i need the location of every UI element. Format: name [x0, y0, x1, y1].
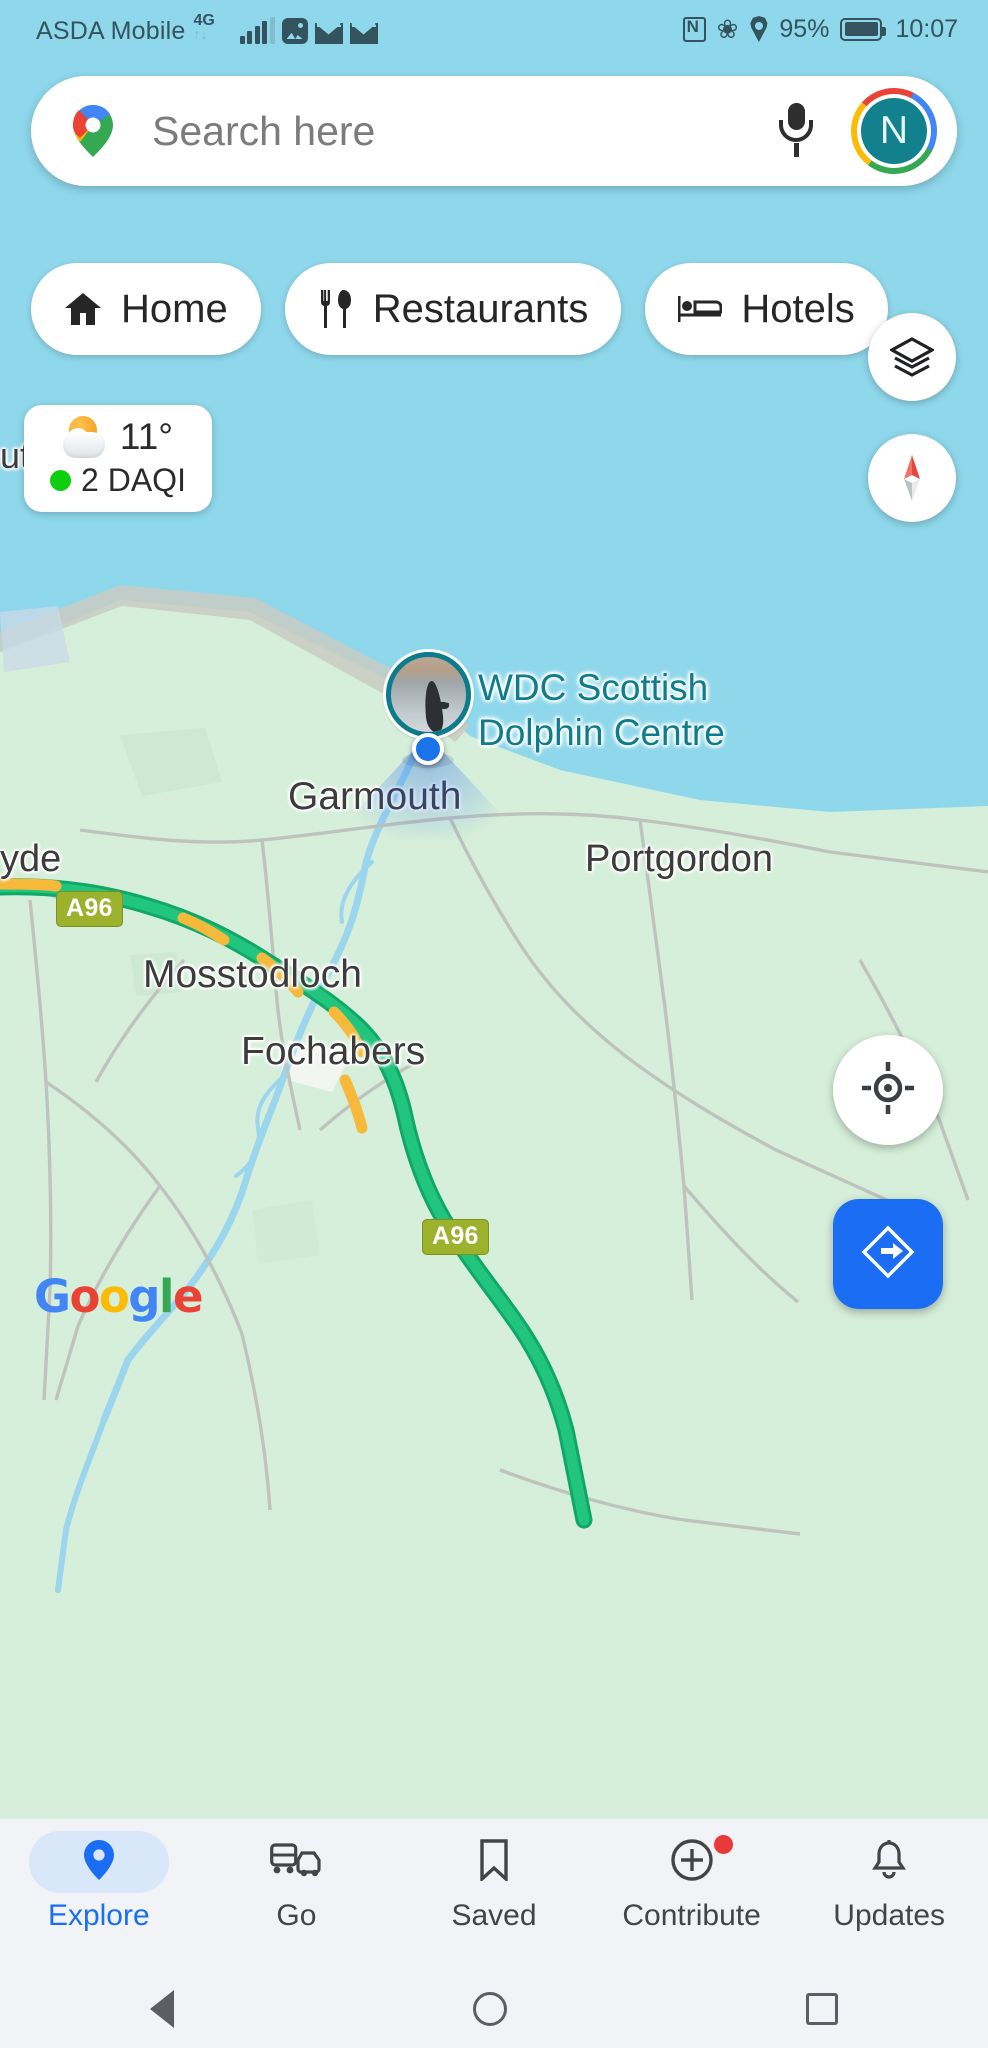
avatar-initial: N — [861, 98, 927, 164]
battery-percent-label: 95% — [779, 14, 830, 43]
weather-widget[interactable]: 11° 2 DAQI — [24, 405, 212, 512]
carrier-label: ASDA Mobile — [36, 17, 186, 45]
system-navigation-bar[interactable] — [0, 1969, 988, 2048]
compass-icon — [886, 452, 938, 504]
chip-home-label: Home — [121, 286, 228, 331]
aqi-label: 2 DAQI — [81, 462, 186, 498]
temperature-label: 11° — [119, 416, 174, 457]
category-chips[interactable]: Home Restaurants Hotels — [31, 263, 888, 355]
chip-hotels[interactable]: Hotels — [645, 263, 888, 355]
network-activity-icon: ↑↓ — [193, 26, 208, 42]
back-triangle-icon[interactable] — [149, 1989, 174, 2028]
nav-item-updates[interactable]: Updates — [713, 1831, 988, 1933]
bookmark-icon — [478, 1838, 510, 1886]
nav-item-contribute[interactable]: Contribute — [593, 1831, 791, 1933]
plus-circle-icon — [670, 1838, 713, 1886]
status-bar: ASDA Mobile 4G ↑↓ ❀ 95% 10:07 — [0, 0, 988, 58]
nav-label-go: Go — [276, 1899, 317, 1932]
network-type-icon: 4G ↑↓ — [193, 12, 233, 44]
chip-restaurants-label: Restaurants — [372, 286, 589, 331]
bell-icon — [869, 1839, 909, 1886]
google-maps-pin-icon — [64, 102, 122, 160]
microphone-icon[interactable] — [779, 103, 813, 159]
google-watermark: Google — [34, 1270, 203, 1323]
home-icon — [64, 291, 102, 327]
directions-button[interactable] — [833, 1199, 943, 1309]
nav-label-contribute: Contribute — [622, 1899, 761, 1932]
photos-icon — [281, 18, 308, 44]
my-location-button[interactable] — [833, 1035, 943, 1145]
location-pin-icon — [82, 1839, 116, 1886]
restaurant-icon — [318, 289, 354, 329]
nav-item-saved[interactable]: Saved — [395, 1831, 593, 1933]
commute-icon — [270, 1841, 322, 1884]
search-bar[interactable]: Search here N — [31, 76, 957, 186]
updates-badge — [713, 1835, 733, 1854]
nav-item-explore[interactable]: Explore — [0, 1831, 198, 1933]
poi-marker-wdc-dolphin-centre[interactable] — [386, 652, 471, 737]
road-shield-a96: A96 — [422, 1219, 489, 1255]
dolphin-photo-thumbnail — [386, 652, 471, 737]
clock-label: 10:07 — [895, 14, 958, 43]
avatar[interactable]: N — [851, 88, 937, 174]
bluetooth-icon: ❀ — [716, 14, 739, 44]
nav-label-saved: Saved — [451, 1899, 537, 1932]
aqi-status-dot — [50, 470, 72, 491]
compass-button[interactable] — [868, 434, 956, 522]
battery-icon — [840, 17, 887, 41]
nav-label-explore: Explore — [47, 1899, 150, 1932]
signal-bars-icon — [239, 17, 275, 44]
current-location-dot[interactable] — [412, 733, 444, 765]
sun-behind-cloud-icon — [62, 416, 111, 458]
nav-item-go[interactable]: Go — [198, 1831, 396, 1933]
recents-square-icon[interactable] — [806, 1992, 839, 2025]
my-location-crosshair-icon — [862, 1061, 914, 1119]
layers-button[interactable] — [868, 313, 956, 401]
road-shield-a96: A96 — [56, 891, 123, 927]
chip-restaurants[interactable]: Restaurants — [284, 263, 622, 355]
poi-label-line1: WDC Scottish — [478, 667, 709, 708]
chip-home[interactable]: Home — [31, 263, 261, 355]
bottom-navigation[interactable]: Explore Go Saved Contribute Updates — [0, 1819, 988, 1969]
poi-label-line2: Dolphin Centre — [478, 712, 725, 754]
home-circle-icon[interactable] — [472, 1991, 507, 2026]
poi-label-wdc-dolphin-centre[interactable]: WDC Scottish Dolphin Centre — [478, 665, 988, 755]
search-input[interactable]: Search here — [152, 108, 779, 155]
chip-hotels-label: Hotels — [741, 286, 855, 331]
mail-icon — [314, 23, 343, 44]
location-icon — [750, 16, 768, 42]
hotel-bed-icon — [677, 294, 723, 324]
nfc-icon — [682, 15, 706, 42]
mail-icon — [349, 23, 378, 44]
layers-icon — [888, 337, 936, 377]
directions-arrow-icon — [859, 1223, 917, 1286]
nav-label-updates: Updates — [833, 1899, 946, 1932]
